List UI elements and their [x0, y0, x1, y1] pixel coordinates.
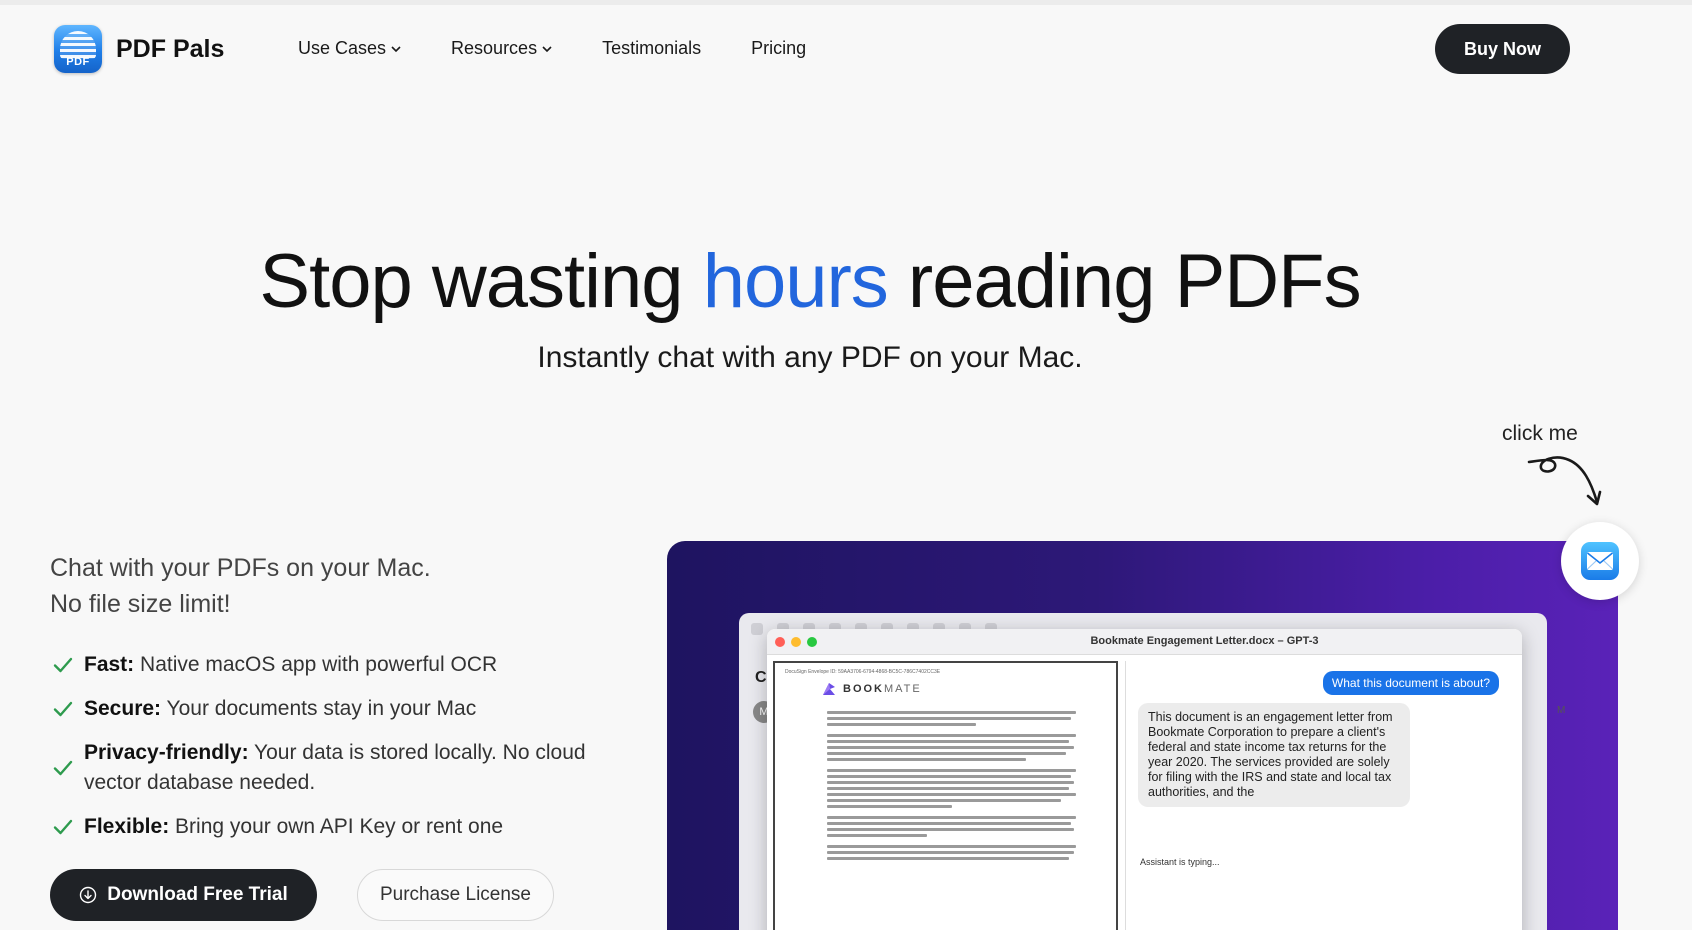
bookmate-name: BOOKMATE [843, 683, 922, 695]
hero-title-highlight: hours [702, 239, 889, 324]
feature-text: Flexible: Bring your own API Key or rent… [84, 812, 503, 842]
chat-window: Bookmate Engagement Letter.docx – GPT-3 … [767, 629, 1522, 930]
feature-title: Fast: [84, 653, 135, 676]
bookmate-logo: BOOKMATE [821, 681, 1106, 697]
check-icon [53, 657, 73, 673]
chevron-down-icon [542, 45, 552, 52]
mail-icon [1581, 542, 1619, 580]
hero-title: Stop wasting hours reading PDFs [0, 238, 1620, 325]
feature-title: Privacy-friendly: [84, 741, 249, 764]
sidebar-initial: C [755, 669, 767, 686]
curly-arrow-icon [1527, 456, 1602, 506]
purchase-license-button[interactable]: Purchase License [357, 869, 554, 921]
mail-button[interactable] [1561, 522, 1639, 600]
check-icon [53, 760, 73, 776]
envelope-id: DocuSign Envelope ID: 59AA3706-6794-4868… [785, 669, 941, 675]
sidebar-right-initial: M [1557, 705, 1566, 716]
bookmate-logo-icon [823, 683, 835, 695]
site-header: PDF PDF Pals Use Cases Resources Testimo… [0, 5, 1692, 95]
chat-pane: What this document is about? This docume… [1125, 661, 1515, 930]
download-free-trial-button[interactable]: Download Free Trial [50, 869, 317, 921]
product-showcase: C M M Bookmate Engagement Letter.docx – … [667, 541, 1618, 930]
nav-use-cases-label: Use Cases [298, 38, 387, 58]
feature-list: Fast: Native macOS app with powerful OCR… [52, 650, 612, 856]
window-titlebar: Bookmate Engagement Letter.docx – GPT-3 [767, 629, 1522, 655]
feature-desc: Bring your own API Key or rent one [169, 815, 504, 838]
check-icon [53, 819, 73, 835]
feature-privacy: Privacy-friendly: Your data is stored lo… [52, 738, 612, 798]
user-message: What this document is about? [1322, 671, 1499, 695]
nav-pricing-label: Pricing [751, 38, 807, 58]
logo-text: PDF [66, 56, 90, 68]
check-icon [53, 701, 73, 717]
buy-now-button[interactable]: Buy Now [1435, 24, 1570, 74]
hero-title-end: reading PDFs [887, 239, 1362, 324]
nav-testimonials[interactable]: Testimonials [602, 38, 701, 59]
feature-text: Fast: Native macOS app with powerful OCR [84, 650, 497, 680]
nav-resources-label: Resources [451, 38, 538, 58]
logo-link[interactable]: PDF PDF Pals [54, 25, 224, 73]
nav-testimonials-label: Testimonials [602, 38, 702, 58]
lead-line-1: Chat with your PDFs on your Mac. [50, 554, 431, 582]
nav-use-cases[interactable]: Use Cases [298, 38, 401, 59]
download-free-trial-label: Download Free Trial [107, 884, 288, 905]
typing-indicator: Assistant is typing... [1140, 857, 1220, 867]
brand-name: PDF Pals [116, 34, 225, 63]
nav-pricing[interactable]: Pricing [751, 38, 806, 59]
document-text-lines [827, 711, 1076, 860]
feature-fast: Fast: Native macOS app with powerful OCR [52, 650, 612, 680]
hero-title-start: Stop wasting [259, 239, 703, 324]
feature-desc: Native macOS app with powerful OCR [134, 653, 498, 676]
nav-resources[interactable]: Resources [451, 38, 552, 59]
bookmate-name-light: MATE [884, 683, 922, 695]
feature-text: Secure: Your documents stay in your Mac [84, 694, 476, 724]
bookmate-name-bold: BOOK [843, 683, 884, 695]
feature-desc: Your documents stay in your Mac [161, 697, 477, 720]
feature-text: Privacy-friendly: Your data is stored lo… [84, 738, 612, 798]
pdf-pals-logo-icon: PDF [54, 25, 102, 73]
main-nav: Use Cases Resources Testimonials Pricing [298, 38, 856, 59]
click-me-label: click me [1502, 422, 1578, 445]
feature-flexible: Flexible: Bring your own API Key or rent… [52, 812, 612, 842]
window-title: Bookmate Engagement Letter.docx – GPT-3 [1090, 635, 1319, 647]
hero-subtitle: Instantly chat with any PDF on your Mac. [537, 341, 1083, 374]
download-icon [80, 886, 97, 904]
chevron-down-icon [391, 45, 401, 52]
lead-text: Chat with your PDFs on your Mac. No file… [50, 550, 431, 622]
feature-secure: Secure: Your documents stay in your Mac [52, 694, 612, 724]
lead-line-2: No file size limit! [50, 590, 231, 618]
feature-title: Secure: [84, 697, 162, 720]
feature-title: Flexible: [84, 815, 170, 838]
assistant-message: This document is an engagement letter fr… [1138, 703, 1410, 807]
document-preview: DocuSign Envelope ID: 59AA3706-6794-4868… [773, 661, 1118, 930]
